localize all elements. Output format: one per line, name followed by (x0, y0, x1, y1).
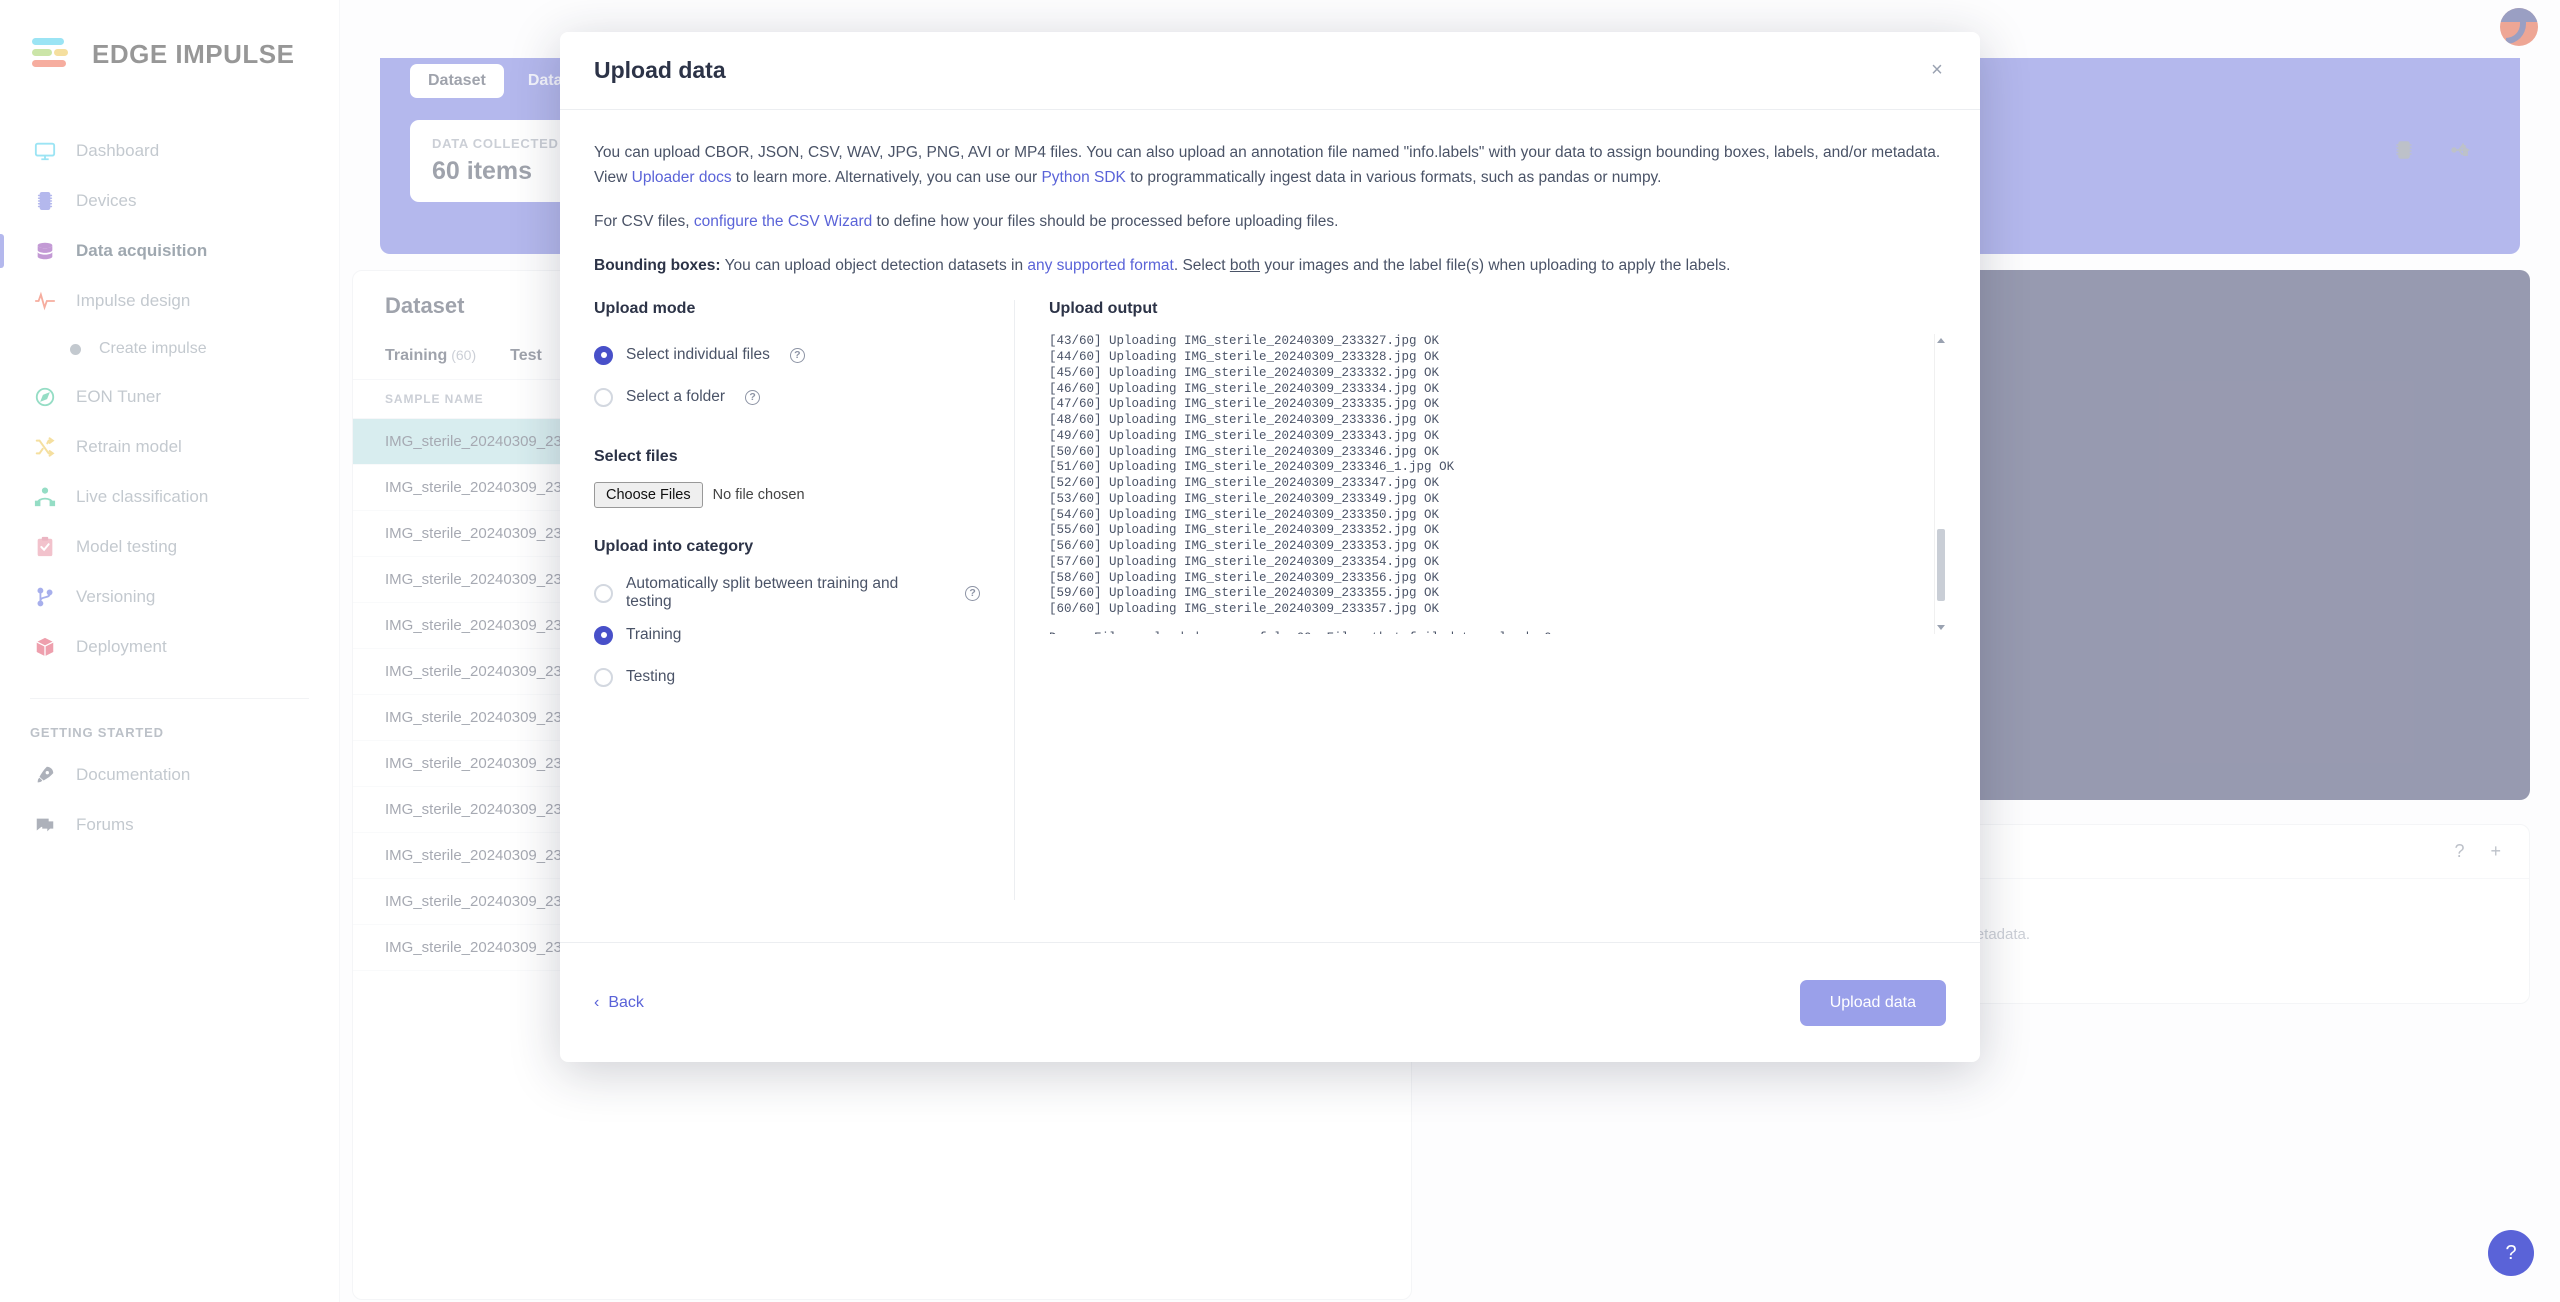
console-log: [43/60] Uploading IMG_sterile_20240309_2… (1049, 334, 1946, 634)
intro-text-2b: to define how your files should be proce… (872, 213, 1338, 230)
radio-indicator[interactable] (594, 388, 613, 407)
modal-left-column: Upload mode Select individual files ? Se… (594, 300, 1014, 900)
supported-format-link[interactable]: any supported format (1027, 257, 1173, 274)
radio-label: Training (626, 626, 681, 644)
intro-paragraph-2: For CSV files, configure the CSV Wizard … (594, 209, 1946, 234)
help-icon[interactable]: ? (790, 348, 805, 363)
radio-indicator[interactable] (594, 346, 613, 365)
upload-data-button[interactable]: Upload data (1800, 980, 1946, 1026)
intro-text-1b: to learn more. Alternatively, you can us… (732, 169, 1042, 186)
python-sdk-link[interactable]: Python SDK (1041, 169, 1125, 186)
radio-indicator[interactable] (594, 668, 613, 687)
radio-indicator[interactable] (594, 584, 613, 603)
chosen-file-status: No file chosen (713, 487, 805, 503)
intro-text-3a: You can upload object detection datasets… (721, 257, 1028, 274)
radio-label: Select individual files (626, 346, 770, 364)
radio-auto-split[interactable]: Automatically split between training and… (594, 572, 980, 614)
uploader-docs-link[interactable]: Uploader docs (632, 169, 732, 186)
intro-text-1c: to programmatically ingest data in vario… (1126, 169, 1662, 186)
radio-label: Select a folder (626, 388, 725, 406)
radio-training[interactable]: Training (594, 614, 980, 656)
radio-select-individual-files[interactable]: Select individual files ? (594, 334, 980, 376)
console-scrollbar[interactable] (1934, 334, 1946, 634)
upload-data-modal: Upload data × You can upload CBOR, JSON,… (560, 32, 1980, 1062)
modal-header: Upload data × (560, 32, 1980, 110)
scroll-up-icon[interactable] (1937, 338, 1945, 343)
modal-right-column: Upload output [43/60] Uploading IMG_ster… (1015, 300, 1946, 900)
csv-wizard-link[interactable]: configure the CSV Wizard (694, 213, 872, 230)
chevron-left-icon: ‹ (594, 994, 599, 1012)
back-label: Back (608, 994, 644, 1012)
back-button[interactable]: ‹ Back (594, 994, 644, 1012)
intro-text-3c: your images and the label file(s) when u… (1260, 257, 1730, 274)
help-icon[interactable]: ? (745, 390, 760, 405)
console-log-lines: [43/60] Uploading IMG_sterile_20240309_2… (1049, 334, 1454, 616)
radio-indicator[interactable] (594, 626, 613, 645)
close-icon[interactable]: × (1924, 58, 1950, 84)
upload-output-heading: Upload output (1049, 300, 1946, 318)
help-icon[interactable]: ? (965, 586, 980, 601)
scrollbar-thumb[interactable] (1937, 529, 1945, 601)
modal-footer: ‹ Back Upload data (560, 942, 1980, 1062)
intro-text-3b: . Select (1174, 257, 1230, 274)
radio-select-a-folder[interactable]: Select a folder ? (594, 376, 980, 418)
both-emphasis: both (1230, 257, 1260, 274)
bounding-boxes-label: Bounding boxes: (594, 257, 721, 274)
intro-paragraph-1: You can upload CBOR, JSON, CSV, WAV, JPG… (594, 140, 1946, 190)
upload-output-console[interactable]: [43/60] Uploading IMG_sterile_20240309_2… (1049, 334, 1946, 634)
intro-paragraph-3: Bounding boxes: You can upload object de… (594, 253, 1946, 278)
spacer (594, 418, 980, 448)
upload-category-heading: Upload into category (594, 538, 980, 556)
console-done-line: Done. Files uploaded successful: 60. Fil… (1049, 631, 1926, 635)
intro-text-2a: For CSV files, (594, 213, 694, 230)
upload-mode-heading: Upload mode (594, 300, 980, 318)
modal-body: You can upload CBOR, JSON, CSV, WAV, JPG… (560, 110, 1980, 942)
radio-label: Testing (626, 668, 675, 686)
modal-columns: Upload mode Select individual files ? Se… (594, 300, 1946, 900)
spacer (594, 508, 980, 538)
select-files-heading: Select files (594, 448, 980, 466)
help-fab-icon[interactable]: ? (2488, 1230, 2534, 1276)
modal-title: Upload data (594, 57, 726, 84)
radio-label: Automatically split between training and… (626, 575, 945, 611)
scroll-down-icon[interactable] (1937, 625, 1945, 630)
file-picker[interactable]: Choose Files No file chosen (594, 482, 980, 508)
radio-testing[interactable]: Testing (594, 656, 980, 698)
choose-files-button[interactable]: Choose Files (594, 482, 703, 508)
